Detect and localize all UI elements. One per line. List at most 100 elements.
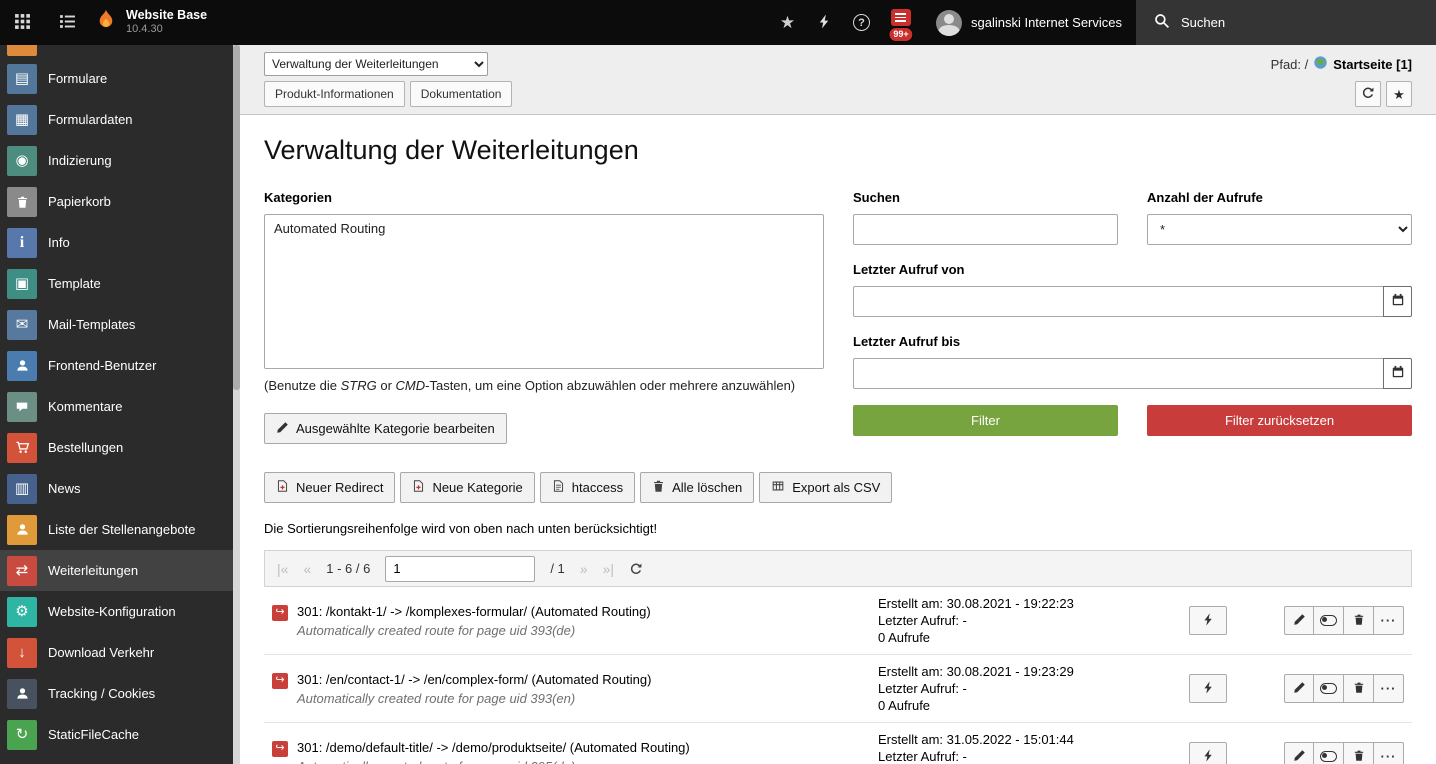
sidebar-item-partial[interactable] xyxy=(0,45,240,58)
sidebar-item-website-konfiguration[interactable]: ⚙ Website-Konfiguration xyxy=(0,591,240,632)
last-call-from-input[interactable] xyxy=(853,286,1383,317)
last-call-from-calendar-button[interactable] xyxy=(1383,286,1412,317)
categories-label: Kategorien xyxy=(264,190,332,205)
trash-icon xyxy=(1353,681,1365,697)
edit-record-button[interactable] xyxy=(1284,674,1314,703)
new-category-button[interactable]: Neue Kategorie xyxy=(400,472,535,503)
new-redirect-button[interactable]: Neuer Redirect xyxy=(264,472,396,503)
toggle-visibility-button[interactable] xyxy=(1314,606,1344,635)
help-button[interactable]: ? xyxy=(843,0,880,45)
sidebar-item-frontend-benutzer[interactable]: Frontend-Benutzer xyxy=(0,345,240,386)
first-page-icon[interactable]: |« xyxy=(277,561,288,577)
trash-icon xyxy=(7,186,37,217)
delete-record-button[interactable] xyxy=(1344,674,1374,703)
sidebar-item-info[interactable]: i Info xyxy=(0,222,240,263)
record-range: 1 - 6 / 6 xyxy=(326,561,371,576)
record-actions: ··· xyxy=(1284,674,1404,703)
category-option[interactable]: Automated Routing xyxy=(265,218,823,239)
sidebar-item-stellenangebote[interactable]: Liste der Stellenangebote xyxy=(0,509,240,550)
sidebar-item-bestellungen[interactable]: Bestellungen xyxy=(0,427,240,468)
sidebar-item-template[interactable]: ▣ Template xyxy=(0,263,240,304)
module-function-select[interactable]: Verwaltung der Weiterleitungen xyxy=(264,52,488,76)
star-icon: ★ xyxy=(779,12,796,32)
more-options-button[interactable]: ··· xyxy=(1374,742,1404,764)
sidebar-item-papierkorb[interactable]: Papierkorb xyxy=(0,181,240,222)
last-page-icon[interactable]: »| xyxy=(603,561,614,577)
more-options-button[interactable]: ··· xyxy=(1374,674,1404,703)
delete-record-button[interactable] xyxy=(1344,742,1374,764)
filter-reset-button[interactable]: Filter zurücksetzen xyxy=(1147,405,1412,436)
toggle-icon xyxy=(1320,683,1337,694)
path-prefix: Pfad: / xyxy=(1270,56,1309,72)
search-label: Suchen xyxy=(853,190,900,205)
list-toggle-button[interactable] xyxy=(45,0,90,45)
sidebar-scrollbar[interactable] xyxy=(233,45,240,764)
htaccess-button[interactable]: htaccess xyxy=(539,472,636,503)
sidebar-item-tracking-cookies[interactable]: Tracking / Cookies xyxy=(0,673,240,714)
delete-record-button[interactable] xyxy=(1344,606,1374,635)
trash-icon xyxy=(1353,613,1365,629)
bookmarks-button[interactable]: ★ xyxy=(769,0,806,45)
cart-icon xyxy=(7,432,37,463)
sidebar-item-formulare[interactable]: ▤ Formulare xyxy=(0,58,240,99)
export-csv-button[interactable]: Export als CSV xyxy=(759,472,893,503)
filter-form: Kategorien Automated Routing (Benutze di… xyxy=(264,190,1412,444)
breadcrumb: Pfad: / Startseite [1] xyxy=(1271,55,1412,73)
sidebar-item-staticfilecache[interactable]: ↻ StaticFileCache xyxy=(0,714,240,755)
shortcut-button[interactable]: ★ xyxy=(1386,81,1412,107)
refresh-list-button[interactable] xyxy=(629,562,643,576)
test-redirect-button[interactable] xyxy=(1189,606,1227,635)
edit-record-button[interactable] xyxy=(1284,606,1314,635)
edit-category-button[interactable]: Ausgewählte Kategorie bearbeiten xyxy=(264,413,507,444)
page-title: Verwaltung der Weiterleitungen xyxy=(264,135,639,165)
gear-icon: ⚙ xyxy=(7,596,37,627)
record-title[interactable]: 301: /en/contact-1/ -> /en/complex-form/… xyxy=(297,672,651,687)
edit-record-button[interactable] xyxy=(1284,742,1314,764)
module-menu-button[interactable] xyxy=(0,0,45,45)
calls-select[interactable]: * xyxy=(1147,214,1412,245)
more-options-button[interactable]: ··· xyxy=(1374,606,1404,635)
sidebar-item-mail-templates[interactable]: ✉ Mail-Templates xyxy=(0,304,240,345)
page-number-input[interactable] xyxy=(385,555,536,582)
product-name: Website Base xyxy=(126,8,208,23)
documentation-button[interactable]: Dokumentation xyxy=(409,81,513,107)
record-meta: Erstellt am: 30.08.2021 - 19:23:29 Letzt… xyxy=(878,663,1189,714)
record-created: Erstellt am: 30.08.2021 - 19:23:29 xyxy=(878,664,1074,679)
record-meta: Erstellt am: 31.05.2022 - 15:01:44 Letzt… xyxy=(878,731,1189,764)
record-title[interactable]: 301: /kontakt-1/ -> /komplexes-formular/… xyxy=(297,604,651,619)
sidebar-item-weiterleitungen[interactable]: ⇄ Weiterleitungen xyxy=(0,550,240,591)
sidebar-item-news[interactable]: ▥ News xyxy=(0,468,240,509)
record-meta: Erstellt am: 30.08.2021 - 19:22:23 Letzt… xyxy=(878,595,1189,646)
sidebar-item-indizierung[interactable]: ◉ Indizierung xyxy=(0,140,240,181)
user-menu[interactable]: sgalinski Internet Services xyxy=(922,0,1136,45)
sidebar-item-download-verkehr[interactable]: ↓ Download Verkehr xyxy=(0,632,240,673)
new-record-icon xyxy=(276,479,289,496)
sidebar-item-formulardaten[interactable]: ▦ Formulardaten xyxy=(0,99,240,140)
test-redirect-button[interactable] xyxy=(1189,742,1227,764)
redirect-record-icon: ↪ xyxy=(272,740,288,757)
record-title[interactable]: 301: /demo/default-title/ -> /demo/produ… xyxy=(297,740,690,755)
toggle-visibility-button[interactable] xyxy=(1314,742,1344,764)
notifications-button[interactable]: 99+ xyxy=(880,0,922,45)
toggle-visibility-button[interactable] xyxy=(1314,674,1344,703)
reload-button[interactable] xyxy=(1355,81,1381,107)
categories-listbox[interactable]: Automated Routing xyxy=(264,214,824,369)
redirect-icon: ⇄ xyxy=(7,555,37,586)
ellipsis-icon: ··· xyxy=(1380,749,1397,764)
last-call-to-calendar-button[interactable] xyxy=(1383,358,1412,389)
record-actions: ··· xyxy=(1284,606,1404,635)
brand-logo[interactable]: Website Base 10.4.30 xyxy=(90,0,219,45)
previous-page-icon[interactable]: « xyxy=(303,561,311,577)
test-redirect-button[interactable] xyxy=(1189,674,1227,703)
filter-button[interactable]: Filter xyxy=(853,405,1118,436)
product-info-button[interactable]: Produkt-Informationen xyxy=(264,81,405,107)
topbar: Website Base 10.4.30 ★ ? 99+ sgalinski I… xyxy=(0,0,1436,45)
next-page-icon[interactable]: » xyxy=(580,561,588,577)
sidebar-item-kommentare[interactable]: Kommentare xyxy=(0,386,240,427)
search-input[interactable] xyxy=(853,214,1118,245)
clear-cache-button[interactable] xyxy=(806,0,843,45)
current-page-label[interactable]: Startseite [1] xyxy=(1333,57,1412,72)
delete-all-button[interactable]: Alle löschen xyxy=(640,472,755,503)
last-call-to-input[interactable] xyxy=(853,358,1383,389)
global-search[interactable]: Suchen xyxy=(1136,0,1436,45)
